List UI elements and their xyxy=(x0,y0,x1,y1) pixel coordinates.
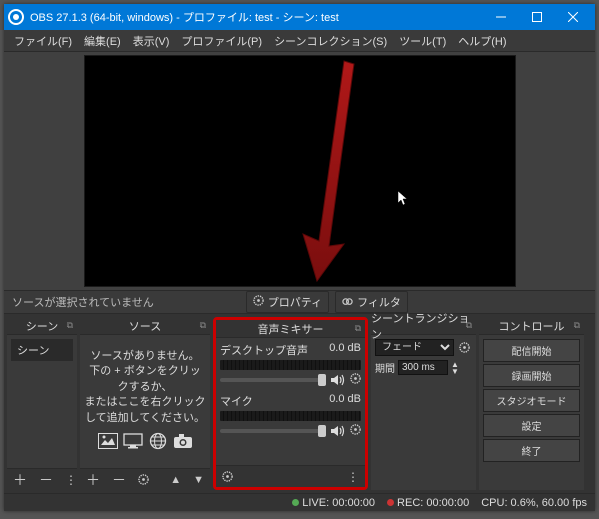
preview-canvas[interactable] xyxy=(85,56,515,286)
scenes-panel: シーン ⧉ シーン ＋ － ⋮ xyxy=(7,317,77,490)
exit-button[interactable]: 終了 xyxy=(483,439,580,462)
sources-title: ソース xyxy=(129,318,161,334)
display-icon xyxy=(122,432,144,450)
app-icon xyxy=(8,9,24,25)
statusbar: LIVE: 00:00:00 REC: 00:00:00 CPU: 0.6%, … xyxy=(4,493,595,511)
camera-icon xyxy=(172,432,194,450)
source-toolbar: ソースが選択されていません プロパティ フィルタ xyxy=(4,290,595,314)
cursor-icon xyxy=(398,191,410,207)
mixer-source-name: デスクトップ音声 xyxy=(220,342,308,358)
volume-meter xyxy=(220,360,361,370)
scene-item[interactable]: シーン xyxy=(11,339,73,361)
close-button[interactable] xyxy=(555,4,591,30)
filter-icon xyxy=(342,297,353,308)
sources-empty-text: ソースがありません。 下の + ボタンをクリックするか、 またはここを右クリック… xyxy=(84,349,206,426)
studio-mode-button[interactable]: スタジオモード xyxy=(483,389,580,412)
transitions-title: シーントランジション xyxy=(371,310,476,342)
mixer-title: 音声ミキサー xyxy=(258,321,324,337)
undock-icon[interactable]: ⧉ xyxy=(355,323,361,334)
dock-panels: シーン ⧉ シーン ＋ － ⋮ ソース ⧉ ソースがありません。 下の + ボタンを… xyxy=(4,314,595,493)
mixer-source-desktop: デスクトップ音声 0.0 dB xyxy=(220,342,361,387)
menu-scenecollection[interactable]: シーンコレクション(S) xyxy=(268,30,393,52)
preview-area[interactable] xyxy=(4,52,595,290)
source-settings-button[interactable] xyxy=(136,472,151,488)
mixer-db-value: 0.0 dB xyxy=(329,342,361,358)
transition-select[interactable]: フェード xyxy=(375,339,454,356)
undock-icon[interactable]: ⧉ xyxy=(466,320,472,331)
mixer-settings-button[interactable] xyxy=(220,469,235,485)
source-type-icons xyxy=(84,432,206,450)
sources-panel: ソース ⧉ ソースがありません。 下の + ボタンをクリックするか、 またはここを… xyxy=(80,317,210,490)
undock-icon[interactable]: ⧉ xyxy=(574,320,580,331)
volume-meter xyxy=(220,411,361,421)
add-source-button[interactable]: ＋ xyxy=(84,470,102,490)
app-window: OBS 27.1.3 (64-bit, windows) - プロファイル: t… xyxy=(4,4,595,511)
start-recording-button[interactable]: 録画開始 xyxy=(483,364,580,387)
cpu-status: CPU: 0.6%, 60.00 fps xyxy=(481,497,587,509)
volume-slider[interactable] xyxy=(220,429,326,433)
properties-button[interactable]: プロパティ xyxy=(246,291,329,313)
transition-settings-button[interactable] xyxy=(457,340,472,356)
maximize-button[interactable] xyxy=(519,4,555,30)
titlebar: OBS 27.1.3 (64-bit, windows) - プロファイル: t… xyxy=(4,4,595,30)
properties-label: プロパティ xyxy=(268,294,322,310)
scene-menu-button[interactable]: ⋮ xyxy=(63,473,79,487)
menu-help[interactable]: ヘルプ(H) xyxy=(452,30,512,52)
speaker-icon[interactable] xyxy=(331,374,345,386)
menu-profile[interactable]: プロファイル(P) xyxy=(175,30,268,52)
globe-icon xyxy=(147,432,169,450)
mixer-menu-button[interactable]: ⋮ xyxy=(345,470,361,484)
mixer-source-name: マイク xyxy=(220,393,253,409)
filters-label: フィルタ xyxy=(357,294,401,310)
window-title: OBS 27.1.3 (64-bit, windows) - プロファイル: t… xyxy=(30,9,483,25)
duration-input[interactable] xyxy=(398,360,448,375)
gear-icon xyxy=(253,295,264,309)
remove-scene-button[interactable]: － xyxy=(37,470,55,490)
duration-stepper[interactable]: ▲▼ xyxy=(451,361,459,375)
menubar: ファイル(F) 編集(E) 表示(V) プロファイル(P) シーンコレクション(… xyxy=(4,30,595,52)
image-icon xyxy=(97,432,119,450)
mixer-gear-icon[interactable] xyxy=(350,424,361,438)
remove-source-button[interactable]: － xyxy=(110,470,128,490)
controls-panel: コントロール ⧉ 配信開始 録画開始 スタジオモード 設定 終了 xyxy=(479,317,584,490)
transitions-panel: シーントランジション⧉ フェード 期間 ▲▼ xyxy=(371,317,476,490)
add-scene-button[interactable]: ＋ xyxy=(11,470,29,490)
volume-slider[interactable] xyxy=(220,378,326,382)
menu-view[interactable]: 表示(V) xyxy=(127,30,176,52)
mixer-gear-icon[interactable] xyxy=(350,373,361,387)
speaker-icon[interactable] xyxy=(331,425,345,437)
undock-icon[interactable]: ⧉ xyxy=(67,320,73,331)
menu-edit[interactable]: 編集(E) xyxy=(78,30,127,52)
menu-tools[interactable]: ツール(T) xyxy=(393,30,452,52)
scenes-title: シーン xyxy=(26,318,58,334)
move-down-button[interactable]: ▼ xyxy=(191,474,206,486)
settings-button[interactable]: 設定 xyxy=(483,414,580,437)
minimize-button[interactable] xyxy=(483,4,519,30)
mixer-source-mic: マイク 0.0 dB xyxy=(220,393,361,438)
no-selection-text: ソースが選択されていません xyxy=(12,294,154,310)
audio-mixer-panel: 音声ミキサー⧉ デスクトップ音声0.0 dB マ xyxy=(213,317,368,490)
move-up-button[interactable]: ▲ xyxy=(168,474,183,486)
controls-title: コントロール xyxy=(499,318,565,334)
live-status: LIVE: 00:00:00 xyxy=(292,497,375,509)
mixer-db-value: 0.0 dB xyxy=(329,393,361,409)
rec-status: REC: 00:00:00 xyxy=(387,497,469,509)
duration-label: 期間 xyxy=(375,360,395,375)
start-streaming-button[interactable]: 配信開始 xyxy=(483,339,580,362)
undock-icon[interactable]: ⧉ xyxy=(200,320,206,331)
menu-file[interactable]: ファイル(F) xyxy=(8,30,78,52)
